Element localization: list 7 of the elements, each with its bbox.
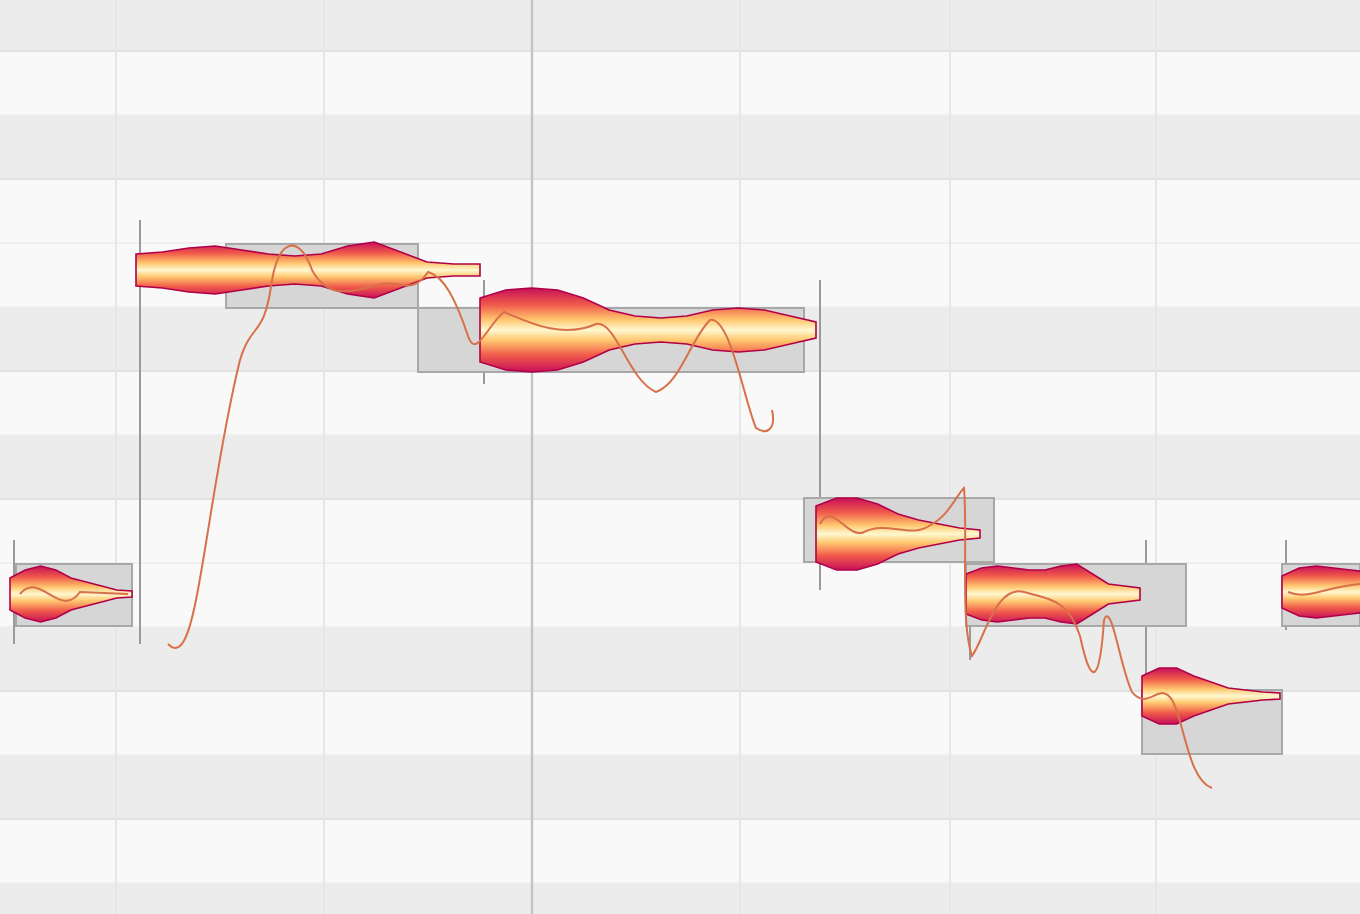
note-blob[interactable] <box>479 287 817 373</box>
note-blob[interactable] <box>135 241 481 299</box>
note-blob[interactable] <box>815 497 981 571</box>
playhead-line[interactable] <box>530 0 534 914</box>
note-blob[interactable] <box>1141 667 1281 725</box>
note-blob[interactable] <box>965 563 1141 625</box>
note-blob[interactable] <box>9 565 133 623</box>
